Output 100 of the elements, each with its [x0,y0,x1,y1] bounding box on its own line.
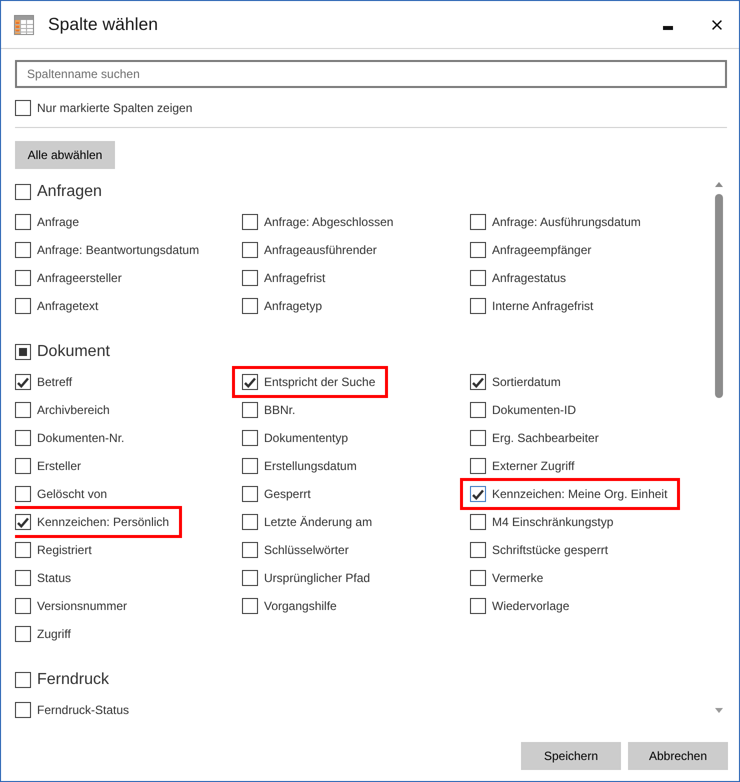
checkmark-icon [17,376,29,388]
column-label: Ursprünglicher Pfad [264,570,370,586]
checkbox[interactable] [15,344,31,360]
column-label: Externer Zugriff [492,458,574,474]
column-label: Anfrage: Ausführungsdatum [492,214,641,230]
checkbox[interactable] [470,214,486,230]
save-button[interactable]: Speichern [521,742,621,770]
column-label: Erstellungsdatum [264,458,357,474]
column-label: Anfrageersteller [37,270,122,286]
checkbox[interactable] [242,570,258,586]
checkbox[interactable] [470,270,486,286]
checkbox[interactable] [15,430,31,446]
checkbox[interactable] [242,214,258,230]
scrollbar-thumb[interactable] [715,194,723,398]
search-field[interactable]: Spaltenname suchen [15,60,727,88]
column-label: Anfrageausführender [264,242,377,258]
checkbox[interactable] [15,242,31,258]
checkbox[interactable] [15,100,31,116]
column-label: Status [37,570,72,586]
checkbox[interactable] [242,430,258,446]
column-label: Schlüsselwörter [264,542,349,558]
checkbox[interactable] [242,298,258,314]
column-label: Anfragefrist [264,270,326,286]
checkbox[interactable] [15,486,31,502]
checkbox[interactable] [470,598,486,614]
checkbox[interactable] [242,458,258,474]
column-label: M4 Einschränkungstyp [492,514,614,530]
checkbox[interactable] [15,402,31,418]
column-label: Dokumententyp [264,430,348,446]
checkbox[interactable] [470,298,486,314]
column-label: Schriftstücke gesperrt [492,542,608,558]
column-label: Versionsnummer [37,598,128,614]
column-label: Anfrage [37,214,80,230]
column-label: Kennzeichen: Persönlich [37,514,170,530]
column-label: Kennzeichen: Meine Org. Einheit [492,486,668,502]
group-title: Ferndruck [37,670,110,690]
checkbox[interactable] [242,242,258,258]
column-label: Dokumenten-ID [492,402,576,418]
checkbox[interactable] [15,672,31,688]
checkbox[interactable] [15,598,31,614]
checkbox[interactable] [15,184,31,200]
column-label: Dokumenten-Nr. [37,430,124,446]
column-label: Ferndruck-Status [37,702,130,718]
checkbox[interactable] [15,374,31,390]
down-arrow-icon[interactable] [715,708,723,713]
column-label: Anfrageempfänger [492,242,592,258]
checkbox[interactable] [470,542,486,558]
column-label: Letzte Änderung am [264,514,372,530]
checkbox[interactable] [470,458,486,474]
column-label: Interne Anfragefrist [492,298,594,314]
deselect-all-button[interactable]: Alle abwählen [15,141,115,169]
checkbox[interactable] [15,298,31,314]
checkmark-icon [244,376,256,388]
filled-square-icon [19,348,27,356]
checkbox[interactable] [15,514,31,530]
minimize-icon [663,26,673,30]
checkbox[interactable] [15,542,31,558]
checkbox[interactable] [470,402,486,418]
window-title: Spalte wählen [48,14,158,35]
cancel-button[interactable]: Abbrechen [628,742,728,770]
checkbox[interactable] [470,570,486,586]
column-label: Anfragetext [37,298,98,314]
checkbox[interactable] [242,598,258,614]
checkbox[interactable] [15,214,31,230]
checkbox[interactable] [242,486,258,502]
checkmark-icon [472,376,484,388]
column-label: BBNr. [264,402,296,418]
checkbox[interactable] [15,570,31,586]
up-arrow-icon[interactable] [715,182,723,187]
checkbox[interactable] [242,402,258,418]
column-label: Vermerke [492,570,544,586]
column-label: Betreff [37,374,72,390]
column-label: Zugriff [37,626,71,642]
checkbox[interactable] [242,270,258,286]
checkbox[interactable] [470,514,486,530]
checkbox[interactable] [242,514,258,530]
column-label: Anfragestatus [492,270,566,286]
checkbox[interactable] [470,242,486,258]
checkbox[interactable] [242,374,258,390]
column-label: Vorgangshilfe [264,598,337,614]
column-label: Gesperrt [264,486,311,502]
checkmark-icon [17,516,29,528]
group-title: Dokument [37,342,110,362]
column-label: Erg. Sachbearbeiter [492,430,599,446]
column-label: Ersteller [37,458,82,474]
checkmark-icon [472,488,484,500]
checkbox[interactable] [15,702,31,718]
checkbox[interactable] [15,458,31,474]
checkbox[interactable] [470,486,486,502]
checkbox[interactable] [470,374,486,390]
close-icon [712,20,722,30]
checkbox[interactable] [15,270,31,286]
checkbox[interactable] [242,542,258,558]
column-label: Sortierdatum [492,374,561,390]
checkbox[interactable] [15,626,31,642]
checkbox-label: Nur markierte Spalten zeigen [37,100,192,116]
column-label: Gelöscht von [37,486,108,502]
checkbox[interactable] [470,430,486,446]
column-label: Anfrage: Abgeschlossen [264,214,394,230]
column-label: Wiedervorlage [492,598,570,614]
